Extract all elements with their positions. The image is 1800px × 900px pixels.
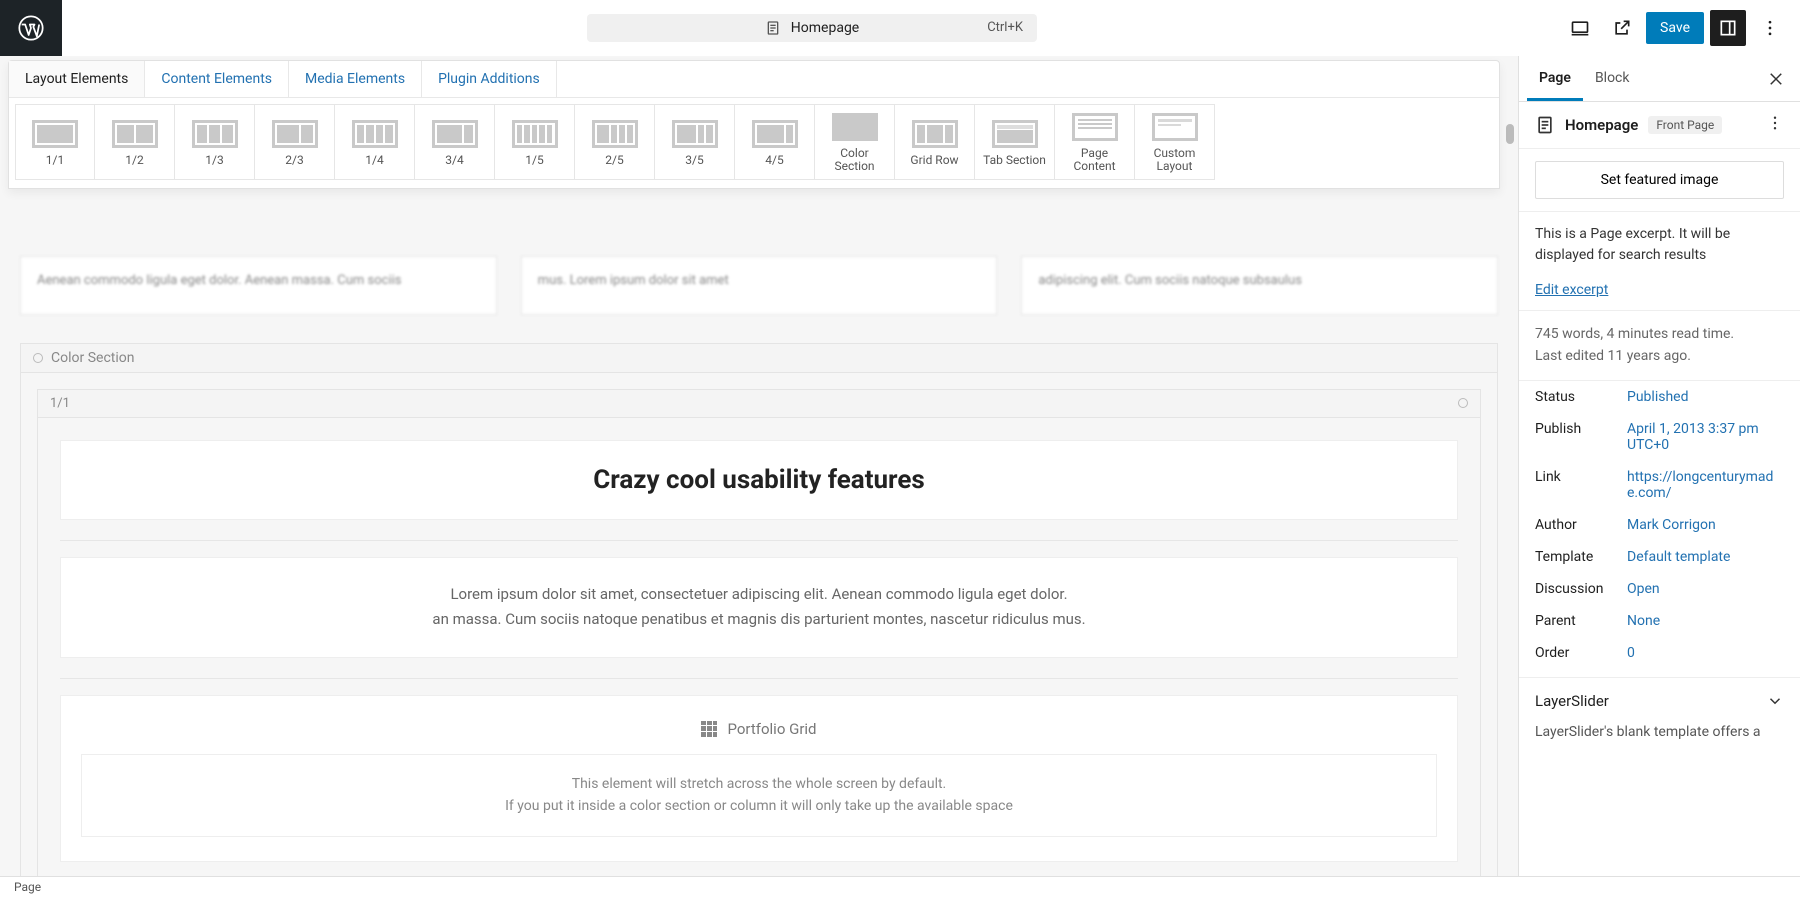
layout-3-5[interactable]: 3/5 [655, 104, 735, 180]
tab-page[interactable]: Page [1527, 56, 1583, 101]
text-block[interactable]: Lorem ipsum dolor sit amet, consectetuer… [60, 557, 1458, 658]
layout-1-3[interactable]: 1/3 [175, 104, 255, 180]
layout-2-3[interactable]: 2/3 [255, 104, 335, 180]
column-card[interactable]: adipiscing elit. Cum sociis natoque subs… [1021, 256, 1498, 315]
drag-handle-icon[interactable] [1458, 398, 1468, 408]
column-header[interactable]: 1/1 [37, 389, 1481, 418]
column-card[interactable]: mus. Lorem ipsum dolor sit amet [521, 256, 998, 315]
layerslider-note: LayerSlider's blank template offers a [1519, 724, 1800, 750]
tab-media-elements[interactable]: Media Elements [289, 61, 422, 97]
layout-1-5[interactable]: 1/5 [495, 104, 575, 180]
layout-tab-section[interactable]: Tab Section [975, 104, 1055, 180]
template-row[interactable]: TemplateDefault template [1519, 541, 1800, 573]
tab-block[interactable]: Block [1583, 56, 1642, 101]
document-title: Homepage [791, 20, 859, 36]
layout-2-5[interactable]: 2/5 [575, 104, 655, 180]
order-row[interactable]: Order0 [1519, 637, 1800, 677]
portfolio-grid-block[interactable]: Portfolio Grid This element will stretch… [60, 695, 1458, 862]
tab-content-elements[interactable]: Content Elements [145, 61, 289, 97]
discussion-row[interactable]: DiscussionOpen [1519, 573, 1800, 605]
layout-1-4[interactable]: 1/4 [335, 104, 415, 180]
page-icon [1535, 115, 1555, 135]
last-edited: Last edited 11 years ago. [1535, 345, 1784, 367]
separator-block[interactable] [60, 678, 1458, 679]
layerslider-accordion[interactable]: LayerSlider [1519, 677, 1800, 724]
link-row[interactable]: Linkhttps://longcenturymade.com/ [1519, 461, 1800, 509]
settings-sidebar: Page Block Homepage Front Page Set featu… [1518, 56, 1800, 876]
page-icon [765, 20, 781, 36]
separator-block[interactable] [60, 540, 1458, 541]
layout-1-1[interactable]: 1/1 [15, 104, 95, 180]
wordpress-logo[interactable] [0, 0, 62, 56]
layout-color-section[interactable]: Color Section [815, 104, 895, 180]
settings-panel-toggle[interactable] [1710, 10, 1746, 46]
layout-4-5[interactable]: 4/5 [735, 104, 815, 180]
shortcut-hint: Ctrl+K [987, 20, 1023, 35]
publish-row[interactable]: PublishApril 1, 2013 3:37 pm UTC+0 [1519, 413, 1800, 461]
save-button[interactable]: Save [1646, 12, 1704, 44]
layout-custom-layout[interactable]: Custom Layout [1135, 104, 1215, 180]
layout-elements-row: 1/1 1/2 1/3 2/3 1/4 3/4 1/5 2/5 3/5 4/5 … [9, 98, 1499, 188]
author-row[interactable]: AuthorMark Corrigon [1519, 509, 1800, 541]
color-section-header[interactable]: Color Section [20, 343, 1498, 373]
open-external-button[interactable] [1604, 10, 1640, 46]
grid-icon [701, 721, 717, 737]
layout-3-4[interactable]: 3/4 [415, 104, 495, 180]
editor-topbar: Homepage Ctrl+K Save [0, 0, 1800, 56]
excerpt-text: This is a Page excerpt. It will be displ… [1535, 224, 1784, 266]
word-count: 745 words, 4 minutes read time. [1535, 323, 1784, 345]
avia-builder-toolbar: Layout Elements Content Elements Media E… [8, 60, 1500, 189]
layout-page-content[interactable]: Page Content [1055, 104, 1135, 180]
edit-excerpt-link[interactable]: Edit excerpt [1535, 282, 1608, 298]
set-featured-image-button[interactable]: Set featured image [1535, 161, 1784, 199]
tab-layout-elements[interactable]: Layout Elements [9, 61, 145, 97]
document-switcher[interactable]: Homepage Ctrl+K [587, 14, 1037, 42]
more-menu-button[interactable] [1752, 10, 1788, 46]
scrollbar-thumb[interactable] [1506, 124, 1514, 144]
parent-row[interactable]: ParentNone [1519, 605, 1800, 637]
front-page-chip: Front Page [1648, 116, 1722, 134]
layout-grid-row[interactable]: Grid Row [895, 104, 975, 180]
close-sidebar-button[interactable] [1760, 63, 1792, 95]
drag-handle-icon[interactable] [33, 353, 43, 363]
status-row[interactable]: StatusPublished [1519, 381, 1800, 413]
heading-block[interactable]: Crazy cool usability features [60, 440, 1458, 520]
page-title: Homepage [1565, 116, 1638, 134]
column-card[interactable]: Aenean commodo ligula eget dolor. Aenean… [20, 256, 497, 315]
tab-plugin-additions[interactable]: Plugin Additions [422, 61, 557, 97]
chevron-down-icon [1766, 692, 1784, 710]
breadcrumb[interactable]: Page [0, 876, 1800, 900]
view-desktop-button[interactable] [1562, 10, 1598, 46]
page-actions-button[interactable] [1766, 114, 1784, 136]
layout-1-2[interactable]: 1/2 [95, 104, 175, 180]
